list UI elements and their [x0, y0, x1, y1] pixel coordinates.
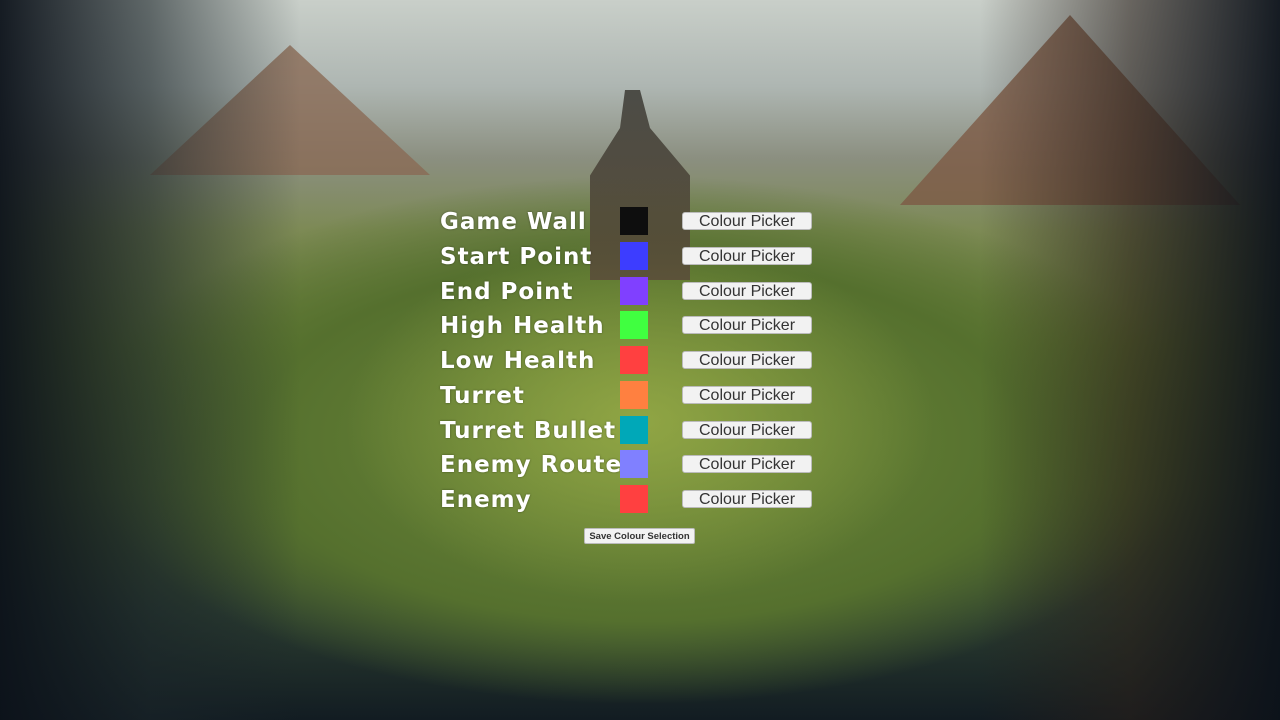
colour-label: Game Wall	[440, 209, 587, 235]
colour-picker-button[interactable]: Colour Picker	[682, 281, 812, 300]
colour-swatch	[620, 485, 648, 513]
colour-picker-button[interactable]: Colour Picker	[682, 490, 812, 508]
colour-picker-button[interactable]: Colour Picker	[682, 246, 812, 265]
colour-picker-button[interactable]: Colour Picker	[682, 420, 812, 439]
colour-swatch	[620, 207, 648, 235]
colour-label: Enemy Route	[440, 452, 623, 479]
colour-swatch	[620, 241, 648, 270]
colour-picker-button[interactable]: Colour Picker	[682, 212, 812, 230]
colour-label: Enemy	[440, 487, 532, 513]
colour-swatch	[620, 450, 648, 479]
colour-swatch	[620, 415, 648, 444]
colour-picker-button[interactable]: Colour Picker	[682, 316, 812, 335]
colour-swatch	[620, 346, 648, 374]
colour-picker-button[interactable]: Colour Picker	[682, 385, 812, 404]
colour-swatch	[620, 276, 648, 305]
colour-label: Turret	[440, 382, 525, 409]
colour-label: End Point	[440, 278, 574, 305]
colour-swatch	[620, 380, 648, 409]
colour-picker-button[interactable]: Colour Picker	[682, 351, 812, 369]
colour-label: High Health	[440, 313, 605, 340]
colour-swatch	[620, 311, 648, 340]
save-colour-selection-button[interactable]: Save Colour Selection	[584, 528, 695, 544]
colour-settings-panel: Game Wall Colour Picker Start Point Colour …	[0, 0, 1280, 720]
colour-label: Start Point	[440, 243, 593, 270]
colour-label: Turret Bullet	[440, 417, 617, 444]
colour-label: Low Health	[440, 348, 596, 374]
colour-picker-button[interactable]: Colour Picker	[682, 455, 812, 474]
